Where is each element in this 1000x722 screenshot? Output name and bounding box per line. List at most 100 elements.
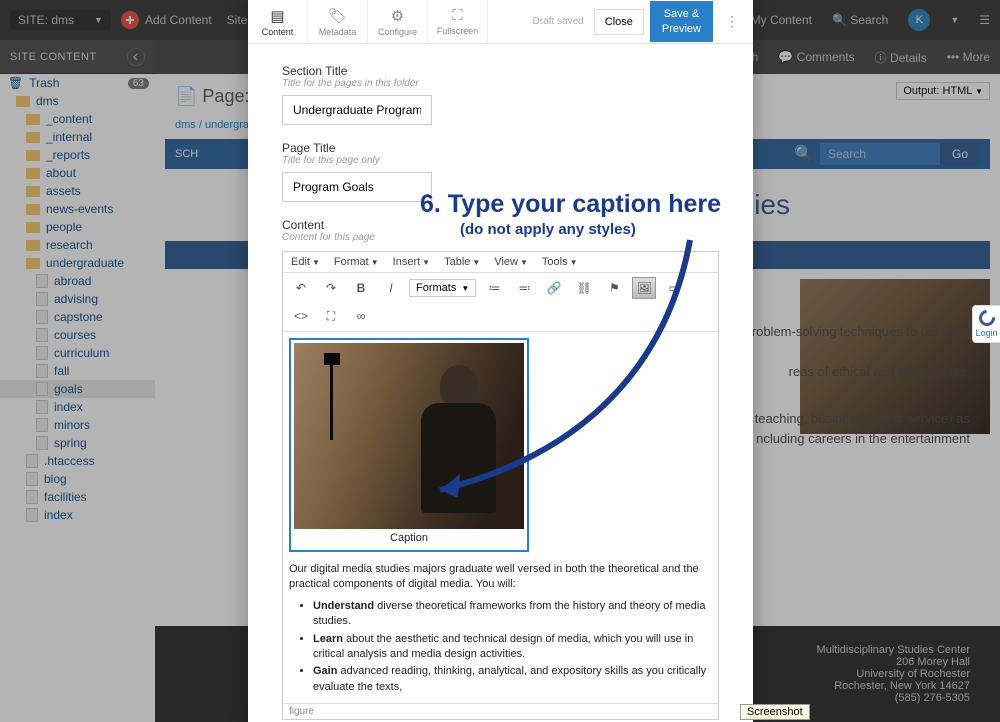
go-button[interactable]: Go xyxy=(940,143,980,165)
folder-people[interactable]: people xyxy=(0,218,155,236)
file-icon xyxy=(36,274,48,288)
trash-row[interactable]: 🗑 Trash 63 xyxy=(0,74,155,92)
breadcrumb[interactable]: dms xyxy=(175,119,196,131)
my-content-link[interactable]: My Content xyxy=(751,13,812,27)
folder-icon xyxy=(26,114,40,125)
hamburger-icon[interactable]: ☰ xyxy=(979,13,990,27)
menu-view[interactable]: View▼ xyxy=(494,256,528,268)
output-select[interactable]: Output: HTML ▼ xyxy=(896,82,990,100)
page-title-input[interactable] xyxy=(282,172,432,202)
tab-content[interactable]: ▤Content xyxy=(248,0,308,43)
number-list-button[interactable]: ≕ xyxy=(512,277,536,299)
folder-_content[interactable]: _content xyxy=(0,110,155,128)
site-selector[interactable]: SITE: dms ▼ xyxy=(10,10,111,30)
page-htaccess[interactable]: .htaccess xyxy=(0,452,155,470)
bookmark-button[interactable]: ⚑ xyxy=(602,277,626,299)
formats-select[interactable]: Formats ▼ xyxy=(409,279,476,297)
file-icon xyxy=(36,400,48,414)
chevron-down-icon: ▼ xyxy=(975,87,983,96)
folder-news-events[interactable]: news-events xyxy=(0,200,155,218)
page-capstone[interactable]: capstone xyxy=(0,308,155,326)
code-button[interactable]: <> xyxy=(289,305,313,327)
file-icon xyxy=(36,364,48,378)
folder-icon xyxy=(26,168,40,179)
link-button[interactable]: 🔗 xyxy=(542,277,566,299)
tab-metadata[interactable]: 🏷Metadata xyxy=(308,0,368,43)
tab-configure[interactable]: ⚙Configure xyxy=(368,0,428,43)
save-preview-button[interactable]: Save &Preview xyxy=(650,1,713,42)
close-button[interactable]: Close xyxy=(594,9,644,35)
folder-assets[interactable]: assets xyxy=(0,182,155,200)
unlink-button[interactable]: ⛓ xyxy=(572,277,596,299)
add-content-button[interactable]: Add Content xyxy=(121,11,212,29)
menu-table[interactable]: Table▼ xyxy=(444,256,480,268)
site-menu[interactable]: Site xyxy=(227,13,248,27)
search-icon: 🔍 xyxy=(832,13,847,27)
page-advising[interactable]: advising xyxy=(0,290,155,308)
kebab-menu-icon[interactable]: ⋮ xyxy=(719,13,745,30)
more-button[interactable]: ••• More xyxy=(947,50,990,64)
chevron-down-icon[interactable]: ▼ xyxy=(950,15,959,25)
media-button[interactable]: ▭ xyxy=(662,277,686,299)
folder-_reports[interactable]: _reports xyxy=(0,146,155,164)
folder-research[interactable]: research xyxy=(0,236,155,254)
redo-button[interactable]: ↷ xyxy=(319,277,343,299)
root-label: dms xyxy=(36,94,59,108)
menu-insert[interactable]: Insert▼ xyxy=(393,256,430,268)
page-index[interactable]: index xyxy=(0,398,155,416)
section-title-input[interactable] xyxy=(282,95,432,125)
editor-status-path[interactable]: figure xyxy=(283,703,718,719)
folder-_internal[interactable]: _internal xyxy=(0,128,155,146)
page-title-label: Page Title xyxy=(282,141,719,155)
menu-edit[interactable]: Edit▼ xyxy=(291,256,320,268)
figure-image xyxy=(294,343,524,529)
page-title-hint: Title for this page only xyxy=(282,155,719,166)
page-blog[interactable]: blog xyxy=(0,470,155,488)
tripod-shape xyxy=(312,353,352,443)
file-icon xyxy=(26,490,38,504)
menu-format[interactable]: Format▼ xyxy=(334,256,379,268)
file-icon xyxy=(36,418,48,432)
anchor-button[interactable]: ∞ xyxy=(349,305,373,327)
page-minors[interactable]: minors xyxy=(0,416,155,434)
search-input[interactable] xyxy=(820,143,940,165)
page-curriculum[interactable]: curriculum xyxy=(0,344,155,362)
fullscreen-icon: ⛶ xyxy=(452,7,463,24)
comments-button[interactable]: 💬 Comments xyxy=(778,50,854,64)
page-goals[interactable]: goals xyxy=(0,380,155,398)
details-button[interactable]: ⓘ Details xyxy=(875,49,927,66)
page-index[interactable]: index xyxy=(0,506,155,524)
folder-undergraduate[interactable]: undergraduate xyxy=(0,254,155,272)
bullet-list-button[interactable]: ≔ xyxy=(482,277,506,299)
fullscreen-toggle[interactable]: ⛶ xyxy=(319,305,343,327)
file-icon xyxy=(36,346,48,360)
login-widget[interactable]: Login xyxy=(972,305,1000,343)
italic-button[interactable]: I xyxy=(379,277,403,299)
page-facilities[interactable]: facilities xyxy=(0,488,155,506)
file-icon xyxy=(36,382,48,396)
collapse-sidebar-icon[interactable] xyxy=(127,48,145,66)
tab-fullscreen[interactable]: ⛶Fullscreen xyxy=(428,0,488,43)
search-link[interactable]: 🔍 Search xyxy=(832,13,888,27)
figure-caption[interactable]: Caption xyxy=(294,529,524,547)
page-spring[interactable]: spring xyxy=(0,434,155,452)
page-courses[interactable]: courses xyxy=(0,326,155,344)
folder-about[interactable]: about xyxy=(0,164,155,182)
root-folder[interactable]: dms xyxy=(0,92,155,110)
page-fall[interactable]: fall xyxy=(0,362,155,380)
figure-element[interactable]: Caption xyxy=(289,338,529,552)
list-item: Understand diverse theoretical framework… xyxy=(313,599,712,630)
file-icon xyxy=(26,472,38,486)
menu-tools[interactable]: Tools▼ xyxy=(542,256,578,268)
chevron-down-icon: ▼ xyxy=(94,15,103,25)
undo-button[interactable]: ↶ xyxy=(289,277,313,299)
folder-icon xyxy=(26,150,40,161)
comment-icon: 💬 xyxy=(778,50,793,64)
image-button[interactable]: 🖼 xyxy=(632,277,656,299)
avatar[interactable]: K xyxy=(908,9,930,31)
nav-item[interactable]: SCH xyxy=(175,148,198,160)
trash-label: Trash xyxy=(29,76,59,90)
editor-content[interactable]: Caption Our digital media studies majors… xyxy=(283,332,718,703)
page-abroad[interactable]: abroad xyxy=(0,272,155,290)
bold-button[interactable]: B xyxy=(349,277,373,299)
